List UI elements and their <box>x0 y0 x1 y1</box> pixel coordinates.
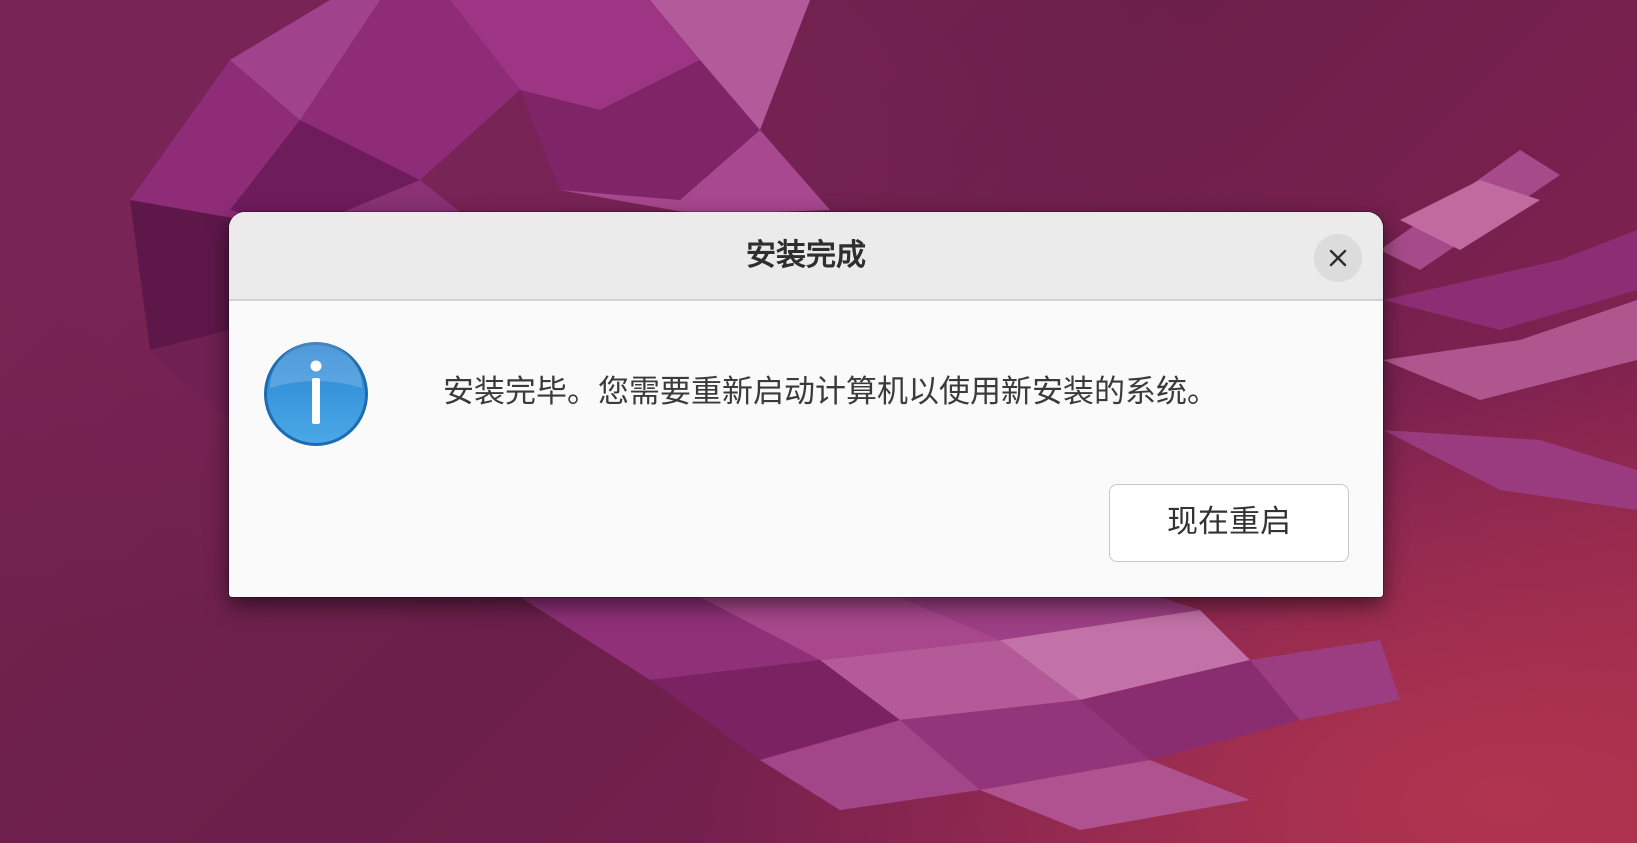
dialog-message: 安装完毕。您需要重新启动计算机以使用新安装的系统。 <box>443 374 1218 410</box>
close-button[interactable] <box>1314 234 1362 282</box>
dialog-title: 安装完成 <box>746 238 866 273</box>
restart-now-button[interactable]: 现在重启 <box>1109 484 1349 562</box>
info-icon <box>264 342 368 446</box>
close-icon <box>1329 249 1347 267</box>
dialog-titlebar: 安装完成 <box>229 212 1383 301</box>
install-complete-dialog: 安装完成 安装完毕。您需要重新启动计算机以使用新安装的系统。 现在重启 <box>229 212 1383 597</box>
